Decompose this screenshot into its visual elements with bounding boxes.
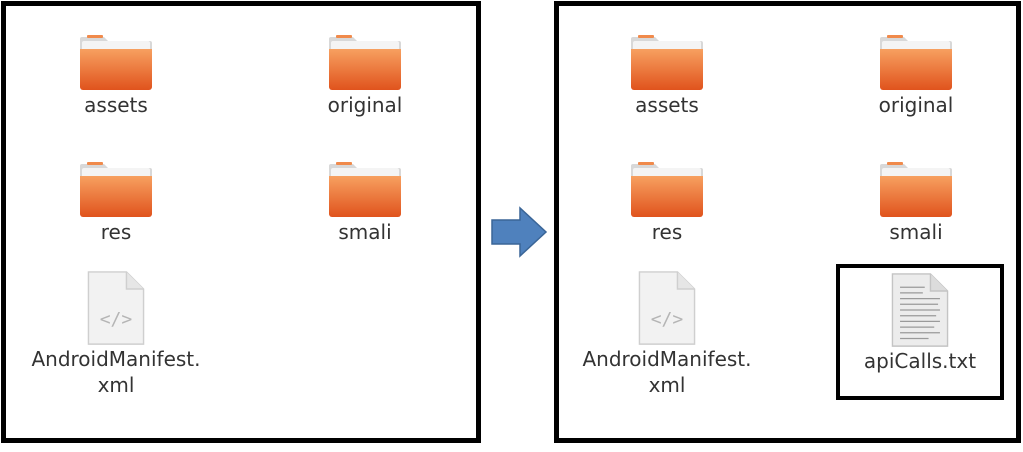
- item-label: assets: [84, 93, 148, 117]
- folder-item-smali[interactable]: smali: [245, 157, 485, 245]
- folder-item-smali[interactable]: smali: [796, 157, 1023, 245]
- item-label: smali: [338, 220, 392, 244]
- folder-icon: [328, 30, 402, 92]
- folder-icon: [630, 30, 704, 92]
- folder-item-res[interactable]: res: [0, 157, 236, 245]
- item-label-line2: xml: [97, 373, 135, 397]
- item-label-line2: xml: [648, 373, 686, 397]
- folder-item-original[interactable]: original: [796, 30, 1023, 118]
- right-arrow-icon: [491, 206, 548, 258]
- item-label: apiCalls.txt: [863, 349, 977, 373]
- item-label: assets: [635, 93, 699, 117]
- folder-item-res[interactable]: res: [547, 157, 787, 245]
- item-label: smali: [889, 220, 943, 244]
- folder-icon: [879, 157, 953, 219]
- item-label: original: [878, 93, 954, 117]
- folder-icon: [879, 30, 953, 92]
- file-item-apicalls[interactable]: apiCalls.txt: [800, 272, 1023, 374]
- text-file-icon: [890, 272, 950, 348]
- xml-file-icon: [637, 270, 697, 346]
- item-label: original: [327, 93, 403, 117]
- folder-icon: [630, 157, 704, 219]
- file-item-androidmanifest[interactable]: AndroidManifest. xml: [0, 270, 236, 398]
- file-item-androidmanifest[interactable]: AndroidManifest. xml: [547, 270, 787, 398]
- folder-icon: [79, 157, 153, 219]
- item-label-line1: AndroidManifest.: [582, 347, 752, 371]
- folder-item-original[interactable]: original: [245, 30, 485, 118]
- folder-icon: [79, 30, 153, 92]
- item-label: res: [651, 220, 683, 244]
- folder-item-assets[interactable]: assets: [0, 30, 236, 118]
- xml-file-icon: [86, 270, 146, 346]
- item-label-line1: AndroidManifest.: [31, 347, 201, 371]
- folder-item-assets[interactable]: assets: [547, 30, 787, 118]
- item-label: res: [100, 220, 132, 244]
- folder-icon: [328, 157, 402, 219]
